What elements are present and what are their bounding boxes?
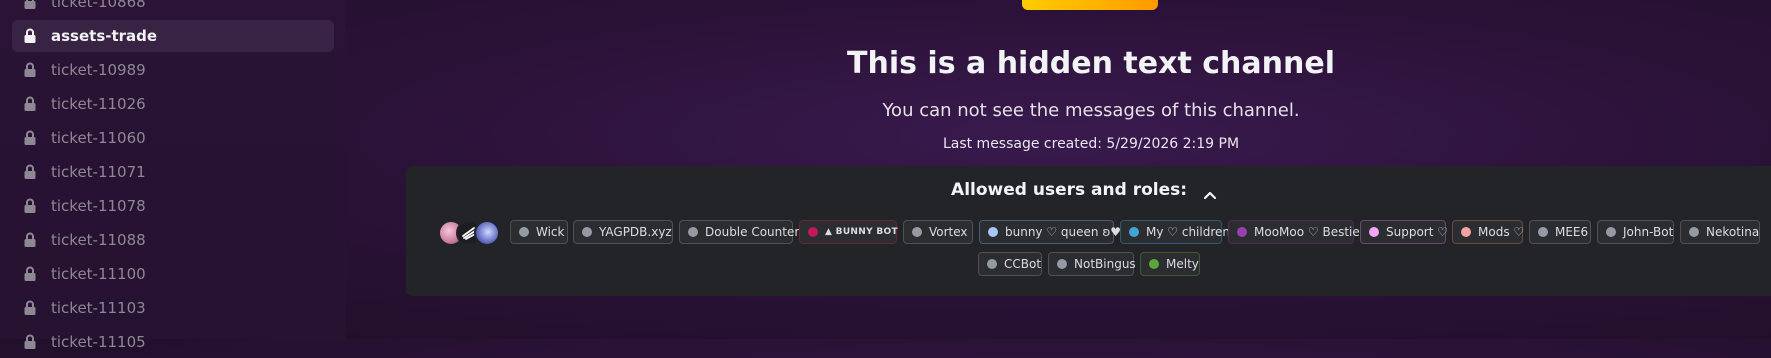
role-color-dot — [1538, 227, 1548, 237]
avatar-stack — [438, 220, 502, 246]
lock-icon — [21, 197, 39, 215]
role-color-dot — [1606, 227, 1616, 237]
channel-name: assets-trade — [51, 27, 158, 45]
role-tag-label: Vortex — [929, 225, 968, 239]
role-color-dot — [1057, 259, 1067, 269]
role-tag-label: Melty — [1166, 257, 1199, 271]
role-tag-support[interactable]: Support ♡ — [1360, 220, 1449, 244]
role-tag-label: Double Counter — [705, 225, 800, 239]
page-title: This is a hidden text channel — [847, 46, 1335, 81]
lock-icon — [21, 27, 39, 45]
role-tag-label: Nekotina — [1706, 225, 1760, 239]
last-message-timestamp: Last message created: 5/29/2026 2:19 PM — [942, 136, 1240, 152]
channel-name: ticket-11105 — [51, 333, 146, 351]
role-color-dot — [912, 227, 922, 237]
role-tag-ccbot[interactable]: CCBot — [978, 252, 1042, 276]
role-tag-label: YAGPDB.xyz — [599, 225, 672, 239]
role-tag-moomoo-bestie[interactable]: MooMoo ♡ Bestie — [1228, 220, 1360, 244]
channel-item-ticket-11103[interactable]: ticket-11103 — [12, 292, 334, 324]
channel-name: ticket-11060 — [51, 129, 146, 147]
role-color-dot — [1369, 227, 1379, 237]
channel-item-ticket-11088[interactable]: ticket-11088 — [12, 224, 334, 256]
channel-name: ticket-10989 — [51, 61, 146, 79]
role-tag-label: Wick — [536, 225, 565, 239]
avatar[interactable] — [474, 220, 500, 246]
chevron-up-icon[interactable] — [1203, 185, 1217, 200]
channel-name: ticket-11026 — [51, 95, 146, 113]
role-color-dot — [1149, 259, 1159, 269]
channel-item-ticket-11105[interactable]: ticket-11105 — [12, 326, 334, 358]
channel-item-ticket-11060[interactable]: ticket-11060 — [12, 122, 334, 154]
allowed-users-panel: Allowed users and roles: Wick YAGPDB.xyz… — [406, 166, 1771, 296]
allowed-users-heading: Allowed users and roles: — [951, 180, 1188, 200]
role-color-dot — [688, 227, 698, 237]
channel-name: ticket-11078 — [51, 197, 146, 215]
lock-icon — [21, 0, 39, 11]
role-tag-label: John-Bot — [1623, 225, 1674, 239]
lock-icon — [21, 95, 39, 113]
role-tag-label: Support ♡ — [1386, 225, 1449, 239]
role-tag-mee6[interactable]: MEE6 — [1529, 220, 1591, 244]
role-tag-label: bunny ♡ queen ʚ♥ɞ — [1005, 225, 1130, 239]
role-tag-label: MooMoo ♡ Bestie — [1254, 225, 1360, 239]
role-tag-label: My ♡ children — [1146, 225, 1230, 239]
role-color-dot — [1461, 227, 1471, 237]
role-color-dot — [1237, 227, 1247, 237]
lock-icon — [21, 61, 39, 79]
role-color-dot — [582, 227, 592, 237]
channel-item-ticket-10989[interactable]: ticket-10989 — [12, 54, 334, 86]
role-tag-label: ▲ BUNNY BOT — [825, 227, 898, 237]
channel-name: ticket-11088 — [51, 231, 146, 249]
channel-item-ticket-11026[interactable]: ticket-11026 — [12, 88, 334, 120]
role-color-dot — [808, 227, 818, 237]
role-tag-label: CCBot — [1004, 257, 1042, 271]
lock-icon — [21, 299, 39, 317]
lock-icon — [21, 265, 39, 283]
role-tag-label: NotBingus — [1074, 257, 1136, 271]
role-tag-my-children[interactable]: My ♡ children — [1120, 220, 1230, 244]
channel-item-ticket-11071[interactable]: ticket-11071 — [12, 156, 334, 188]
role-tag-bunny-queen[interactable]: bunny ♡ queen ʚ♥ɞ — [979, 220, 1129, 244]
lock-icon — [21, 333, 39, 351]
role-tag-wick[interactable]: Wick — [510, 220, 568, 244]
channel-item-ticket-10868[interactable]: ticket-10868 — [12, 0, 334, 18]
role-tag-label: Mods ♡ — [1478, 225, 1525, 239]
channel-sidebar: ticket-10868 assets-trade ticket-10989 t… — [0, 0, 346, 351]
channel-item-ticket-11100[interactable]: ticket-11100 — [12, 258, 334, 290]
role-tag-bunny-bot[interactable]: ▲ BUNNY BOT — [799, 220, 898, 244]
channel-item-ticket-11078[interactable]: ticket-11078 — [12, 190, 334, 222]
lock-icon — [21, 231, 39, 249]
role-color-dot — [519, 227, 529, 237]
channel-name: ticket-11071 — [51, 163, 146, 181]
role-tag-vortex[interactable]: Vortex — [903, 220, 973, 244]
role-color-dot — [987, 259, 997, 269]
channel-name: ticket-11100 — [51, 265, 146, 283]
role-color-dot — [988, 227, 998, 237]
role-tag-melty[interactable]: Melty — [1140, 252, 1200, 276]
hidden-channel-banner-graphic — [1022, 0, 1158, 10]
role-tag-nekotina[interactable]: Nekotina — [1680, 220, 1760, 244]
role-tag-yagpdb[interactable]: YAGPDB.xyz — [573, 220, 673, 244]
page-subtitle: You can not see the messages of this cha… — [882, 100, 1300, 121]
allowed-users-toggle[interactable]: Allowed users and roles: — [406, 180, 1762, 200]
role-tag-double-counter[interactable]: Double Counter — [679, 220, 799, 244]
lock-icon — [21, 163, 39, 181]
lock-icon — [21, 129, 39, 147]
channel-name: ticket-10868 — [51, 0, 146, 11]
role-tag-notbingus[interactable]: NotBingus — [1048, 252, 1136, 276]
channel-item-assets-trade[interactable]: assets-trade — [12, 20, 334, 52]
role-color-dot — [1689, 227, 1699, 237]
role-tag-mods[interactable]: Mods ♡ — [1452, 220, 1525, 244]
role-color-dot — [1129, 227, 1139, 237]
channel-name: ticket-11103 — [51, 299, 146, 317]
role-tag-label: MEE6 — [1555, 225, 1589, 239]
role-tag-john-bot[interactable]: John-Bot — [1597, 220, 1674, 244]
